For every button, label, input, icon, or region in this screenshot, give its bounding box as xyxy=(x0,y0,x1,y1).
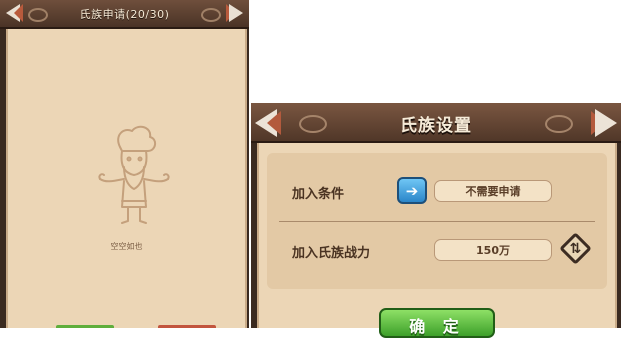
clan-settings-dialog: 氏族设置 加入条件 ➔ 不需要申请 加入氏族战力 150万 ⇅ 确 定 xyxy=(251,103,621,338)
applications-header: 氏族申请(20/30) xyxy=(0,0,249,29)
join-power-label: 加入氏族战力 xyxy=(292,246,371,261)
swirl-ornament-icon xyxy=(201,8,221,22)
swap-arrows-icon: ⇅ xyxy=(569,240,582,257)
empty-state-character-icon xyxy=(98,125,170,224)
empty-state-text: 空空如也 xyxy=(110,242,143,251)
join-condition-label: 加入条件 xyxy=(292,187,345,202)
arrow-left-icon[interactable]: ➔ xyxy=(397,177,427,204)
settings-body: 加入条件 ➔ 不需要申请 加入氏族战力 150万 ⇅ 确 定 xyxy=(257,143,617,338)
join-power-value[interactable]: 150万 xyxy=(434,239,552,261)
flag-right-icon xyxy=(595,109,617,137)
settings-header: 氏族设置 xyxy=(251,103,621,143)
swirl-ornament-icon xyxy=(545,115,573,133)
clan-applications-panel: 氏族申请(20/30) 空空如也 xyxy=(0,0,249,328)
settings-form: 加入条件 ➔ 不需要申请 加入氏族战力 150万 ⇅ xyxy=(267,153,607,289)
applications-list[interactable]: 空空如也 xyxy=(6,29,247,328)
flag-right-icon xyxy=(229,4,243,22)
row-divider xyxy=(279,221,595,222)
join-condition-value[interactable]: 不需要申请 xyxy=(434,180,552,202)
confirm-button[interactable]: 确 定 xyxy=(379,308,495,338)
